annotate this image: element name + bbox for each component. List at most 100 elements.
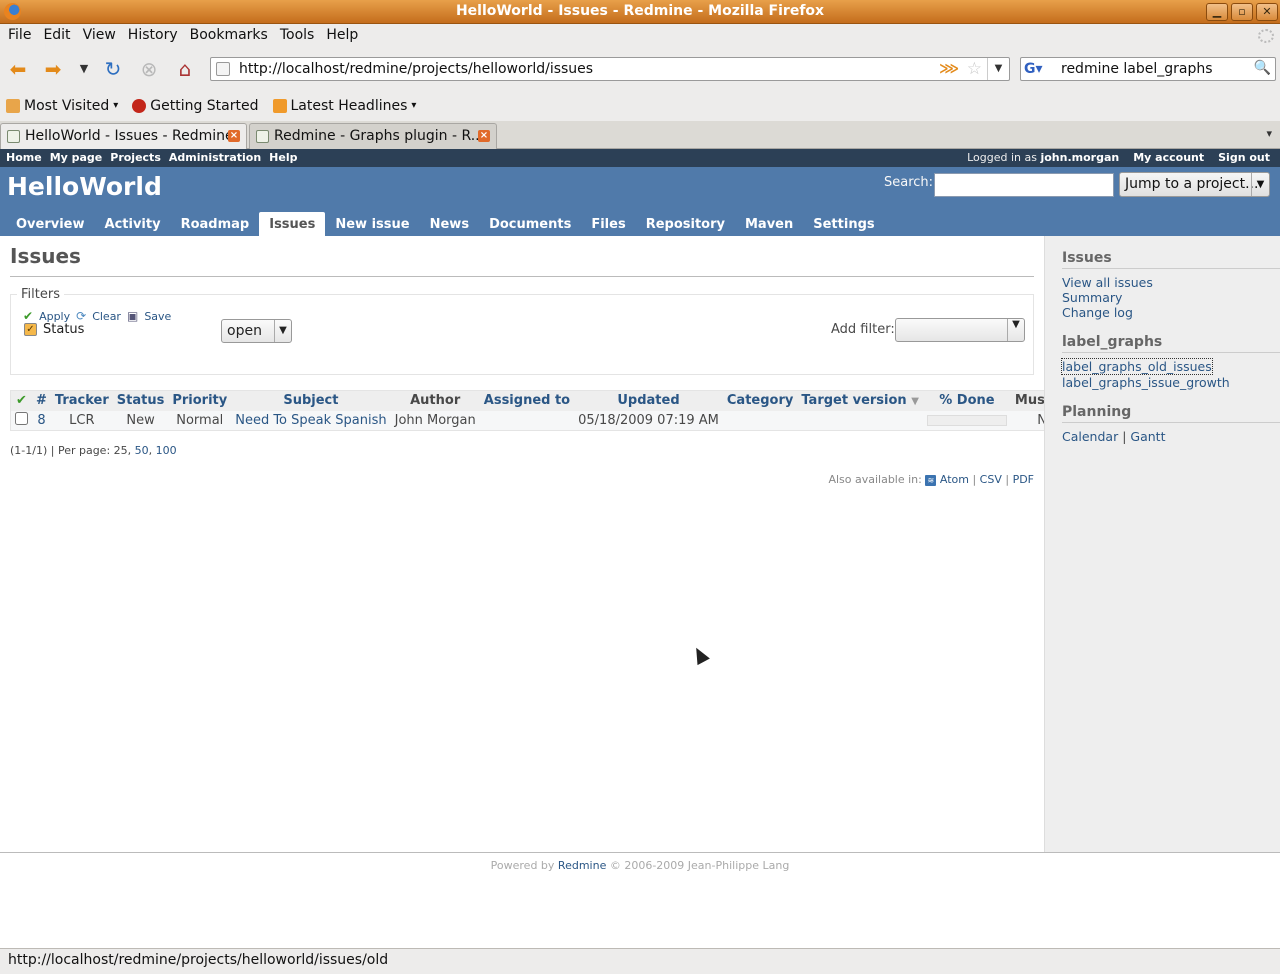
jump-to-project-select[interactable]: Jump to a project... ▼ [1119, 172, 1270, 197]
pdf-link[interactable]: PDF [1013, 473, 1034, 486]
chevron-down-icon: ▼ [1251, 173, 1269, 196]
tab-issues[interactable]: Issues [259, 212, 326, 236]
main-area: Issues Filters ✓ Status open ▼ Add filter… [0, 236, 1280, 852]
stop-icon[interactable]: ⊗ [137, 57, 161, 81]
rss-feed-icon[interactable]: ⋙ [939, 61, 959, 77]
tab-files[interactable]: Files [581, 212, 635, 236]
gantt-link[interactable]: Gantt [1130, 429, 1165, 444]
change-log-link[interactable]: Change log [1062, 305, 1280, 320]
graphs-old-issues-link[interactable]: label_graphs_old_issues [1061, 358, 1213, 375]
menu-help[interactable]: Help [320, 24, 364, 48]
column-tracker[interactable]: Tracker [50, 390, 113, 411]
quick-search-input[interactable] [934, 173, 1114, 197]
apply-link[interactable]: Apply [39, 310, 70, 323]
menu-edit[interactable]: Edit [37, 24, 76, 48]
back-icon[interactable]: ⬅ [6, 57, 30, 81]
tab-helloworld-issues[interactable]: HelloWorld - Issues - Redmine × [0, 123, 247, 150]
status-operator-select[interactable]: open ▼ [221, 319, 292, 343]
per-page-100-link[interactable]: 100 [156, 444, 177, 457]
sign-out-link[interactable]: Sign out [1218, 151, 1270, 164]
save-link[interactable]: Save [144, 310, 171, 323]
column-percent-done[interactable]: % Done [922, 390, 1011, 411]
list-all-tabs-icon[interactable]: ▾ [1266, 127, 1272, 140]
close-tab-icon[interactable]: × [228, 130, 240, 142]
url-dropdown-icon[interactable]: ▼ [987, 58, 1009, 80]
redmine-link[interactable]: Redmine [558, 859, 606, 872]
content: Issues Filters ✓ Status open ▼ Add filter… [0, 236, 1083, 852]
tab-overview[interactable]: Overview [6, 212, 95, 236]
top-menu-administration[interactable]: Administration [169, 151, 261, 164]
bookmark-latest-headlines[interactable]: Latest Headlines ▾ [272, 98, 416, 114]
bookmark-star-icon[interactable]: ☆ [967, 59, 982, 79]
tab-strip: HelloWorld - Issues - Redmine × Redmine … [0, 121, 1280, 150]
column-assigned-to[interactable]: Assigned to [479, 390, 575, 411]
issue-tracker: LCR [50, 410, 113, 431]
menu-tools[interactable]: Tools [274, 24, 321, 48]
menu-view[interactable]: View [77, 24, 122, 48]
tab-repository[interactable]: Repository [636, 212, 735, 236]
add-filter-select[interactable]: ▼ [895, 318, 1025, 342]
summary-link[interactable]: Summary [1062, 290, 1280, 305]
graphs-issue-growth-link[interactable]: label_graphs_issue_growth [1062, 375, 1280, 390]
column-subject[interactable]: Subject [231, 390, 391, 411]
forward-icon[interactable]: ➡ [41, 57, 65, 81]
view-all-issues-link[interactable]: View all issues [1062, 275, 1280, 290]
row-checkbox[interactable] [15, 411, 28, 425]
column-category[interactable]: Category [722, 390, 798, 411]
home-icon[interactable]: ⌂ [173, 57, 197, 81]
column-target-version[interactable]: Target version ▼ [797, 390, 923, 411]
url-text[interactable]: http://localhost/redmine/projects/hellow… [239, 61, 593, 77]
per-page-50-link[interactable]: 50 [135, 444, 149, 457]
footer-copyright: © 2006-2009 Jean-Philippe Lang [609, 859, 790, 872]
column-id[interactable]: # [32, 390, 51, 411]
atom-link[interactable]: Atom [940, 473, 969, 486]
maximize-button[interactable]: ▫ [1231, 3, 1253, 21]
menu-history[interactable]: History [122, 24, 184, 48]
top-menu-my-page[interactable]: My page [50, 151, 103, 164]
top-menu-home[interactable]: Home [6, 151, 42, 164]
status-filter-checkbox[interactable]: ✓ [24, 323, 37, 336]
bookmark-most-visited[interactable]: Most Visited ▾ [6, 98, 118, 114]
top-menu-projects[interactable]: Projects [110, 151, 161, 164]
bookmark-getting-started[interactable]: Getting Started [132, 97, 259, 114]
tab-graphs-plugin[interactable]: Redmine - Graphs plugin - R... × [249, 123, 497, 149]
toggle-all-checkmark-icon[interactable]: ✔ [10, 390, 32, 411]
sidebar-issues-section: Issues View all issues Summary Change lo… [1062, 250, 1280, 320]
issue-subject-cell: Need To Speak Spanish [231, 410, 391, 431]
minimize-button[interactable]: ▁ [1206, 3, 1228, 21]
search-bar[interactable]: G▾ redmine label_graphs 🔍 [1020, 57, 1276, 81]
top-menu-help[interactable]: Help [269, 151, 297, 164]
sidebar-graphs-heading: label_graphs [1062, 334, 1280, 353]
menu-file[interactable]: File [2, 24, 37, 48]
user-link[interactable]: john.morgan [1040, 151, 1119, 164]
tab-documents[interactable]: Documents [479, 212, 581, 236]
search-engine-icon[interactable]: G▾ [1024, 61, 1058, 78]
issue-id-link[interactable]: 8 [37, 413, 45, 428]
close-tab-icon[interactable]: × [478, 130, 490, 142]
csv-link[interactable]: CSV [980, 473, 1002, 486]
my-account-link[interactable]: My account [1133, 151, 1204, 164]
column-updated[interactable]: Updated [574, 390, 723, 411]
reload-icon[interactable]: ↻ [101, 57, 125, 81]
search-go-icon[interactable]: 🔍 [1254, 60, 1271, 76]
tab-activity[interactable]: Activity [95, 212, 171, 236]
history-dropdown-icon[interactable]: ▼ [72, 57, 96, 81]
filter-actions: ✔ Apply ⟳ Clear ▣ Save [23, 309, 1033, 323]
column-status[interactable]: Status [112, 390, 169, 411]
tab-roadmap[interactable]: Roadmap [171, 212, 260, 236]
column-priority[interactable]: Priority [168, 390, 232, 411]
close-window-button[interactable]: ✕ [1256, 3, 1278, 21]
tab-settings[interactable]: Settings [803, 212, 884, 236]
tab-maven[interactable]: Maven [735, 212, 803, 236]
issue-subject-link[interactable]: Need To Speak Spanish [235, 413, 386, 428]
tab-news[interactable]: News [420, 212, 479, 236]
url-bar[interactable]: http://localhost/redmine/projects/hellow… [210, 57, 1010, 81]
clear-link[interactable]: Clear [92, 310, 121, 323]
calendar-link[interactable]: Calendar [1062, 429, 1118, 444]
menu-bookmarks[interactable]: Bookmarks [184, 24, 274, 48]
chevron-down-icon: ▼ [274, 320, 291, 342]
search-query[interactable]: redmine label_graphs [1061, 61, 1213, 77]
site-identity-icon[interactable] [216, 62, 230, 76]
tab-new-issue[interactable]: New issue [325, 212, 419, 236]
bookmark-label: Getting Started [150, 97, 259, 114]
